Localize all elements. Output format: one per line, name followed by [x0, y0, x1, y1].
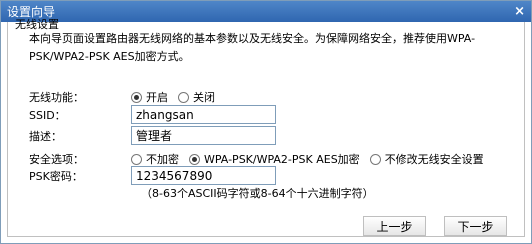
setup-wizard-dialog: 设置向导 × 无线设置 本向导页面设置路由器无线网络的基本参数以及无线安全。为保… [0, 0, 532, 244]
wireless-off-option[interactable]: 关闭 [178, 89, 215, 105]
security-label: 安全选项： [29, 153, 84, 166]
wireless-on-option[interactable]: 开启 [131, 89, 168, 105]
wireless-off-label: 关闭 [193, 91, 215, 104]
radio-selected-icon[interactable] [131, 91, 142, 103]
wireless-function-row: 无线功能： 开启 关闭 [29, 89, 225, 105]
security-none-label: 不加密 [146, 153, 179, 166]
ssid-label: SSID： [29, 108, 66, 122]
psk-hint: （8-63个ASCII码字符或8-64个十六进制字符） [141, 187, 374, 200]
prev-button[interactable]: 上一步 [363, 216, 426, 236]
psk-label: PSK密码： [29, 169, 83, 183]
psk-row: PSK密码： [29, 166, 276, 185]
radio-unselected-icon[interactable] [369, 153, 381, 165]
description-input[interactable] [131, 126, 276, 145]
security-wpa-option[interactable]: WPA-PSK/WPA2-PSK AES加密 [189, 151, 360, 167]
security-row: 安全选项： 不加密 WPA-PSK/WPA2-PSK AES加密 不修改无线安全… [29, 151, 494, 167]
title-bar: 设置向导 × [1, 1, 531, 22]
wireless-on-label: 开启 [146, 91, 168, 104]
psk-input[interactable] [131, 166, 276, 185]
security-none-option[interactable]: 不加密 [131, 151, 179, 167]
next-button[interactable]: 下一步 [444, 216, 507, 236]
ssid-row: SSID： [29, 105, 276, 124]
wireless-function-label: 无线功能： [29, 91, 84, 104]
description-label: 描述： [29, 129, 62, 143]
radio-unselected-icon[interactable] [131, 153, 142, 165]
description-row: 描述： [29, 126, 276, 145]
security-wpa-label: WPA-PSK/WPA2-PSK AES加密 [204, 153, 360, 166]
security-keep-label: 不修改无线安全设置 [384, 153, 484, 166]
radio-selected-icon[interactable] [189, 153, 200, 165]
security-keep-option[interactable]: 不修改无线安全设置 [369, 151, 484, 167]
ssid-input[interactable] [131, 105, 276, 124]
radio-unselected-icon[interactable] [178, 91, 189, 103]
wizard-description: 本向导页面设置路由器无线网络的基本参数以及无线安全。为保障网络安全，推荐使用WP… [29, 32, 476, 63]
close-icon[interactable]: × [514, 4, 525, 19]
